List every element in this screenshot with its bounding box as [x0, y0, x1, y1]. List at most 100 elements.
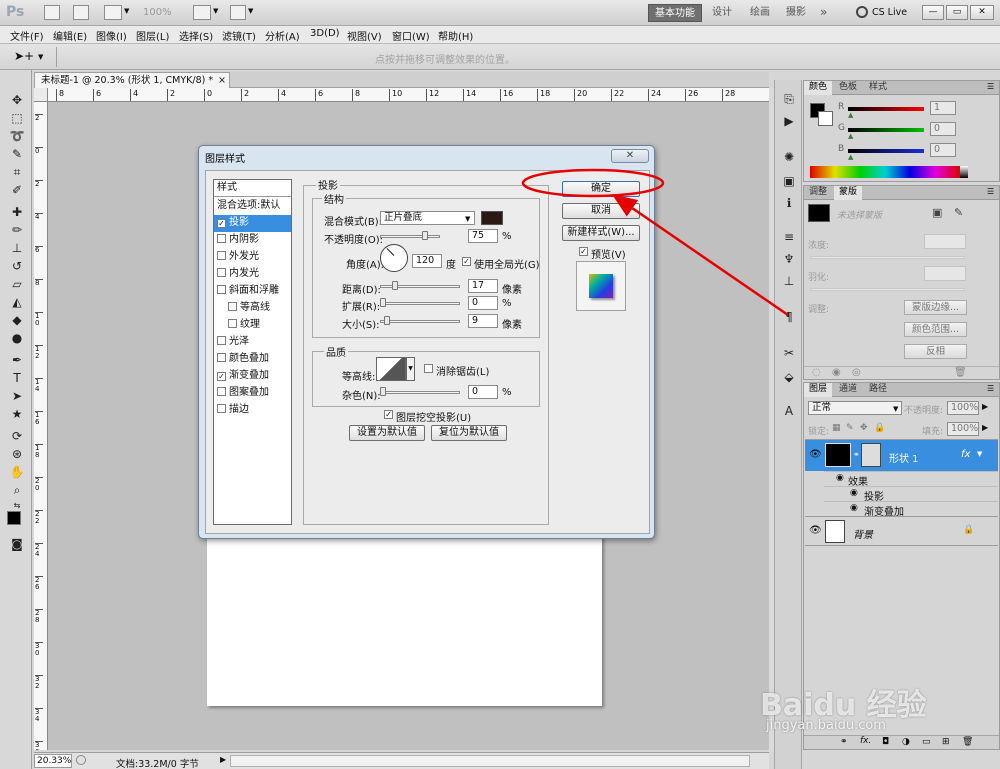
chevron-down-icon[interactable]: ▼	[124, 7, 129, 15]
status-icon[interactable]	[76, 755, 86, 765]
menu-layer[interactable]: 图层(L)	[136, 28, 169, 43]
blend-mode-select[interactable]: 正常 ▼	[808, 401, 902, 415]
effect-eye-icon[interactable]: ◉	[850, 488, 858, 498]
size-slider-thumb[interactable]	[384, 316, 390, 325]
lasso-tool-icon[interactable]: ➰	[8, 128, 26, 144]
style-checkbox[interactable]	[217, 251, 226, 260]
chevron-down-icon[interactable]: ▼	[213, 7, 218, 15]
channel-b-slider[interactable]	[848, 149, 924, 153]
style-checkbox[interactable]	[217, 404, 226, 413]
bridge-icon[interactable]	[44, 5, 60, 20]
fill-arrow-icon[interactable]: ▶	[982, 423, 988, 432]
effect-row[interactable]: ◉ 投影	[824, 486, 998, 503]
mask-edge-button[interactable]: 蒙版边缘...	[904, 300, 967, 315]
close-tab-icon[interactable]: ×	[218, 73, 226, 88]
eraser-tool-icon[interactable]: ▱	[8, 276, 26, 292]
crop-tool-icon[interactable]: ⌗	[8, 164, 26, 180]
chevron-down-icon[interactable]: ▼	[38, 53, 43, 61]
move-tool-icon[interactable]: ✥	[8, 92, 26, 108]
menu-image[interactable]: 图像(I)	[96, 28, 127, 43]
panel-menu-icon[interactable]: ☰	[987, 187, 994, 196]
layer-row[interactable]: 👁 ⚭ 形状 1 fx ▼	[805, 439, 998, 471]
panel-menu-icon[interactable]: ☰	[987, 82, 994, 91]
menu-3d[interactable]: 3D(D)	[310, 28, 340, 39]
pen-tool-icon[interactable]: ✒	[8, 352, 26, 368]
style-item[interactable]: 斜面和浮雕	[214, 283, 291, 300]
view-extras-icon[interactable]	[104, 5, 122, 20]
channel-g-thumb-icon[interactable]: ▲	[848, 132, 853, 140]
workspace-painting[interactable]: 绘画	[744, 4, 776, 22]
effects-eye-icon[interactable]: ◉	[836, 473, 844, 483]
style-item[interactable]: 颜色叠加	[214, 351, 291, 368]
channel-r-thumb-icon[interactable]: ▲	[848, 111, 853, 119]
visibility-eye-icon[interactable]: 👁	[809, 525, 822, 536]
style-checkbox[interactable]	[217, 336, 226, 345]
tab-layers[interactable]: 图层	[804, 383, 833, 397]
tools-icon[interactable]: ✂	[779, 346, 799, 364]
menu-help[interactable]: 帮助(H)	[438, 28, 473, 43]
style-checkbox[interactable]	[217, 234, 226, 243]
status-menu-arrow-icon[interactable]: ▶	[220, 755, 226, 764]
visibility-eye-icon[interactable]: 👁	[809, 449, 822, 460]
channel-g-slider[interactable]	[848, 128, 924, 132]
fx-icon[interactable]: fx	[961, 449, 970, 460]
style-item[interactable]: 描边	[214, 402, 291, 419]
style-item[interactable]: 外发光	[214, 249, 291, 266]
effect-row[interactable]: ◉ 渐变叠加	[824, 501, 998, 518]
horizontal-scrollbar[interactable]	[230, 755, 750, 767]
shadow-color-swatch[interactable]	[481, 211, 503, 225]
size-field[interactable]: 9	[468, 314, 498, 328]
angle-dial[interactable]	[380, 244, 408, 272]
channel-r-slider[interactable]	[848, 107, 924, 111]
paint-bucket-tool-icon[interactable]: ◭	[8, 294, 26, 310]
more-workspaces-button[interactable]: »	[814, 4, 833, 22]
move-tool-icon[interactable]: ➤+	[14, 49, 34, 63]
distance-slider-thumb[interactable]	[392, 281, 398, 290]
effect-eye-icon[interactable]: ◉	[850, 503, 858, 513]
arrange-documents-icon[interactable]	[193, 5, 211, 20]
dodge-tool-icon[interactable]: ●	[8, 330, 26, 346]
fill-field[interactable]: 100%	[947, 422, 979, 436]
angle-field[interactable]: 120	[412, 254, 442, 268]
contour-picker[interactable]	[376, 357, 406, 381]
spread-slider[interactable]	[380, 302, 460, 305]
zoom-tool-icon[interactable]: ⌕	[8, 482, 26, 498]
document-canvas[interactable]	[207, 530, 602, 706]
minimize-button[interactable]: —	[922, 5, 944, 20]
noise-field[interactable]: 0	[468, 385, 498, 399]
background-color-swatch[interactable]	[818, 111, 833, 126]
reset-default-button[interactable]: 复位为默认值	[431, 425, 507, 441]
channel-g-value[interactable]: 0	[930, 122, 956, 136]
style-item[interactable]: ✓ 投影	[214, 215, 291, 232]
mask-thumbnail[interactable]	[808, 204, 830, 222]
opacity-slider[interactable]	[380, 235, 440, 238]
menu-analysis[interactable]: 分析(A)	[265, 28, 300, 43]
foreground-color-swatch[interactable]	[7, 511, 21, 525]
opacity-field[interactable]: 100%	[947, 401, 979, 415]
history-brush-tool-icon[interactable]: ↺	[8, 258, 26, 274]
menu-filter[interactable]: 滤镜(T)	[222, 28, 256, 43]
style-checkbox[interactable]: ✓	[217, 219, 226, 228]
workspace-photography[interactable]: 摄影	[780, 4, 812, 22]
blend-mode-select[interactable]: 正片叠底 ▼	[380, 211, 475, 225]
style-checkbox[interactable]	[228, 319, 237, 328]
3d-rotate-tool-icon[interactable]: ⟳	[8, 428, 26, 444]
quick-select-tool-icon[interactable]: ✎	[8, 146, 26, 162]
delete-mask-icon[interactable]: 🗑	[954, 367, 967, 378]
hand-tool-icon[interactable]: ✋	[8, 464, 26, 480]
marquee-tool-icon[interactable]: ⬚	[8, 110, 26, 126]
layer-row[interactable]: 👁 背景 🔒	[805, 516, 998, 546]
apply-mask-icon[interactable]: ◉	[832, 367, 841, 378]
channel-b-thumb-icon[interactable]: ▲	[848, 153, 853, 161]
restore-button[interactable]: ▭	[946, 5, 968, 20]
style-checkbox[interactable]	[217, 387, 226, 396]
channel-r-value[interactable]: 1	[930, 101, 956, 115]
layer-comps-icon[interactable]: ⬙	[779, 370, 799, 388]
path-selection-tool-icon[interactable]: ➤	[8, 388, 26, 404]
tab-channels[interactable]: 通道	[834, 383, 862, 397]
expand-effects-icon[interactable]: ▼	[977, 450, 982, 458]
tab-paths[interactable]: 路径	[864, 383, 892, 397]
menu-window[interactable]: 窗口(W)	[392, 28, 430, 43]
history-icon[interactable]: ⎘	[779, 92, 799, 110]
noise-slider[interactable]	[380, 391, 460, 394]
